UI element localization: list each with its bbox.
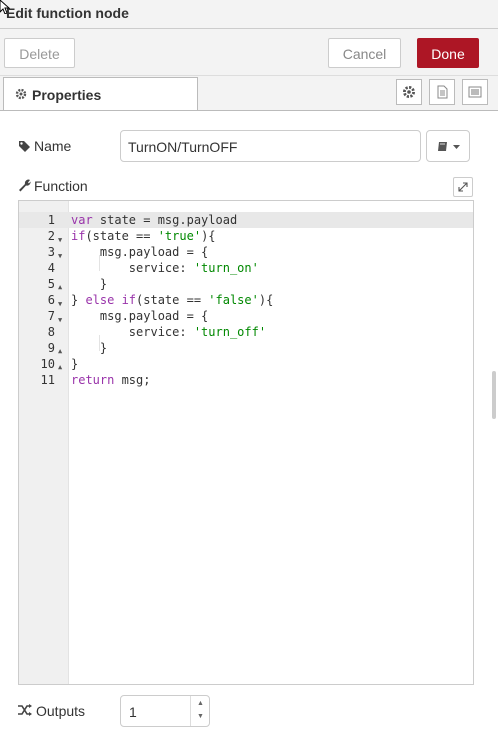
shuffle-icon — [18, 704, 32, 716]
caret-down-icon — [453, 145, 460, 149]
gear-icon — [15, 88, 27, 100]
wrench-icon — [19, 179, 31, 192]
code-line: 9 ▲ } — [19, 340, 473, 356]
library-button[interactable] — [426, 130, 470, 162]
book-icon — [438, 142, 447, 151]
code-line: 1 var state = msg.payload — [19, 212, 473, 228]
code-line: 10 ▲ } — [19, 356, 473, 372]
code-line: 11 return msg; — [40, 373, 151, 387]
properties-panel: Name TurnON/TurnOFF Function 1 var state… — [0, 111, 498, 750]
dialog-titlebar: Edit function node — [0, 0, 498, 29]
stepper-down-icon[interactable]: ▼ — [197, 713, 204, 720]
code-line: 2 ▼ if(state == 'true'){ — [19, 228, 473, 244]
dialog-toolbar: Delete Cancel Done — [0, 29, 498, 76]
tab-properties[interactable]: Properties — [3, 77, 198, 110]
function-label: Function — [34, 178, 88, 194]
expand-icon — [458, 182, 468, 192]
tab-properties-label: Properties — [32, 87, 102, 103]
delete-button[interactable]: Delete — [4, 38, 75, 68]
outputs-spinner[interactable]: ▲ ▼ — [190, 696, 209, 726]
done-button[interactable]: Done — [417, 38, 479, 68]
panel-scrollbar[interactable] — [492, 371, 496, 419]
expand-editor-button[interactable] — [453, 177, 473, 197]
code-line: 5 ▲ } — [19, 276, 473, 292]
name-label: Name — [34, 138, 72, 154]
tab-appearance[interactable] — [462, 79, 488, 105]
document-icon — [437, 85, 448, 99]
dialog-title: Edit function node — [6, 5, 129, 21]
tab-bar: Properties — [0, 76, 498, 111]
code-line: 7 ▼ msg.payload = { — [19, 308, 473, 324]
code-line: 6 ▼ } else if(state == 'false'){ — [19, 292, 473, 308]
name-input[interactable]: TurnON/TurnOFF — [120, 130, 421, 162]
outputs-label: Outputs — [36, 703, 86, 719]
appearance-icon — [468, 86, 482, 98]
gear-icon — [403, 86, 415, 98]
tab-settings[interactable] — [396, 79, 422, 105]
code-line: 4 service: 'turn_on' — [47, 261, 259, 275]
code-editor[interactable]: 1 var state = msg.payload 2 ▼ if(state ==… — [18, 200, 474, 685]
stepper-up-icon[interactable]: ▲ — [197, 700, 204, 707]
tag-icon — [19, 141, 30, 152]
code-line: 3 ▼ msg.payload = { — [19, 244, 473, 260]
code-line: 8 service: 'turn_off' — [47, 325, 267, 339]
tab-description[interactable] — [429, 79, 455, 105]
cancel-button[interactable]: Cancel — [328, 38, 401, 68]
